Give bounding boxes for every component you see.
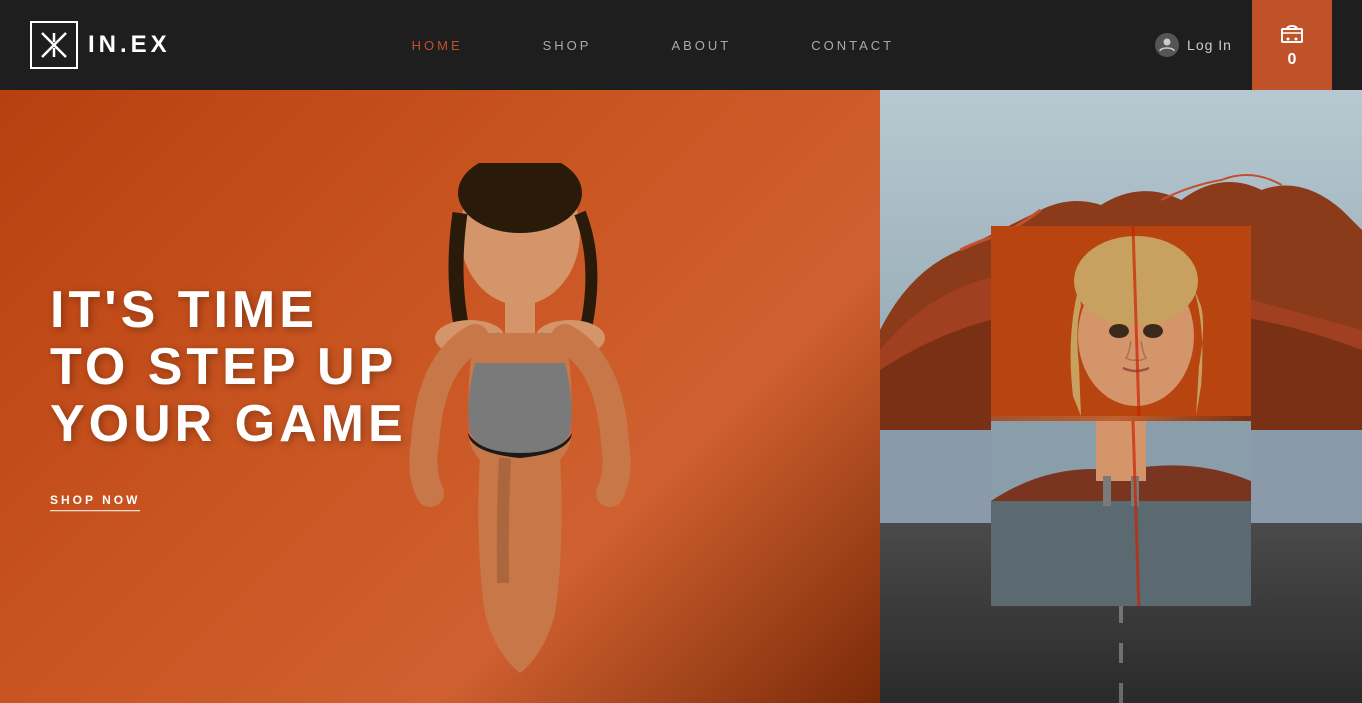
navbar: IN.EX HOME SHOP ABOUT CONTACT Log In <box>0 0 1362 90</box>
nav-right: Log In 0 <box>1135 0 1332 90</box>
portrait-face-bottom <box>991 421 1251 606</box>
cart-button[interactable]: 0 <box>1252 0 1332 90</box>
nav-contact[interactable]: CONTACT <box>811 38 894 53</box>
hero-right <box>880 90 1362 703</box>
headline-line2: TO STEP UP <box>50 338 397 396</box>
hero-section: IT'S TIME TO STEP UP YOUR GAME SHOP NOW <box>0 90 1362 703</box>
portrait-overlay <box>991 226 1251 606</box>
logo-icon <box>39 30 69 60</box>
portrait-bottom <box>991 421 1251 606</box>
portrait-top <box>991 226 1251 421</box>
shop-now-button[interactable]: SHOP NOW <box>50 493 140 511</box>
cart-icon <box>1278 21 1306 45</box>
portrait-face-top <box>991 226 1251 416</box>
logo-box <box>30 21 78 69</box>
nav-home[interactable]: HOME <box>412 38 463 53</box>
login-label: Log In <box>1187 37 1232 53</box>
nav-about[interactable]: ABOUT <box>671 38 731 53</box>
nav-links: HOME SHOP ABOUT CONTACT <box>412 38 895 53</box>
user-icon <box>1155 33 1179 57</box>
cart-count: 0 <box>1288 51 1297 69</box>
brand-name: IN.EX <box>88 31 171 59</box>
headline-line1: IT'S TIME <box>50 281 318 339</box>
hero-text: IT'S TIME TO STEP UP YOUR GAME SHOP NOW <box>50 282 407 512</box>
hero-headline: IT'S TIME TO STEP UP YOUR GAME <box>50 282 407 454</box>
logo[interactable]: IN.EX <box>30 21 171 69</box>
nav-shop[interactable]: SHOP <box>543 38 592 53</box>
headline-line3: YOUR GAME <box>50 395 407 453</box>
login-button[interactable]: Log In <box>1135 33 1252 57</box>
hero-main: IT'S TIME TO STEP UP YOUR GAME SHOP NOW <box>0 90 880 703</box>
